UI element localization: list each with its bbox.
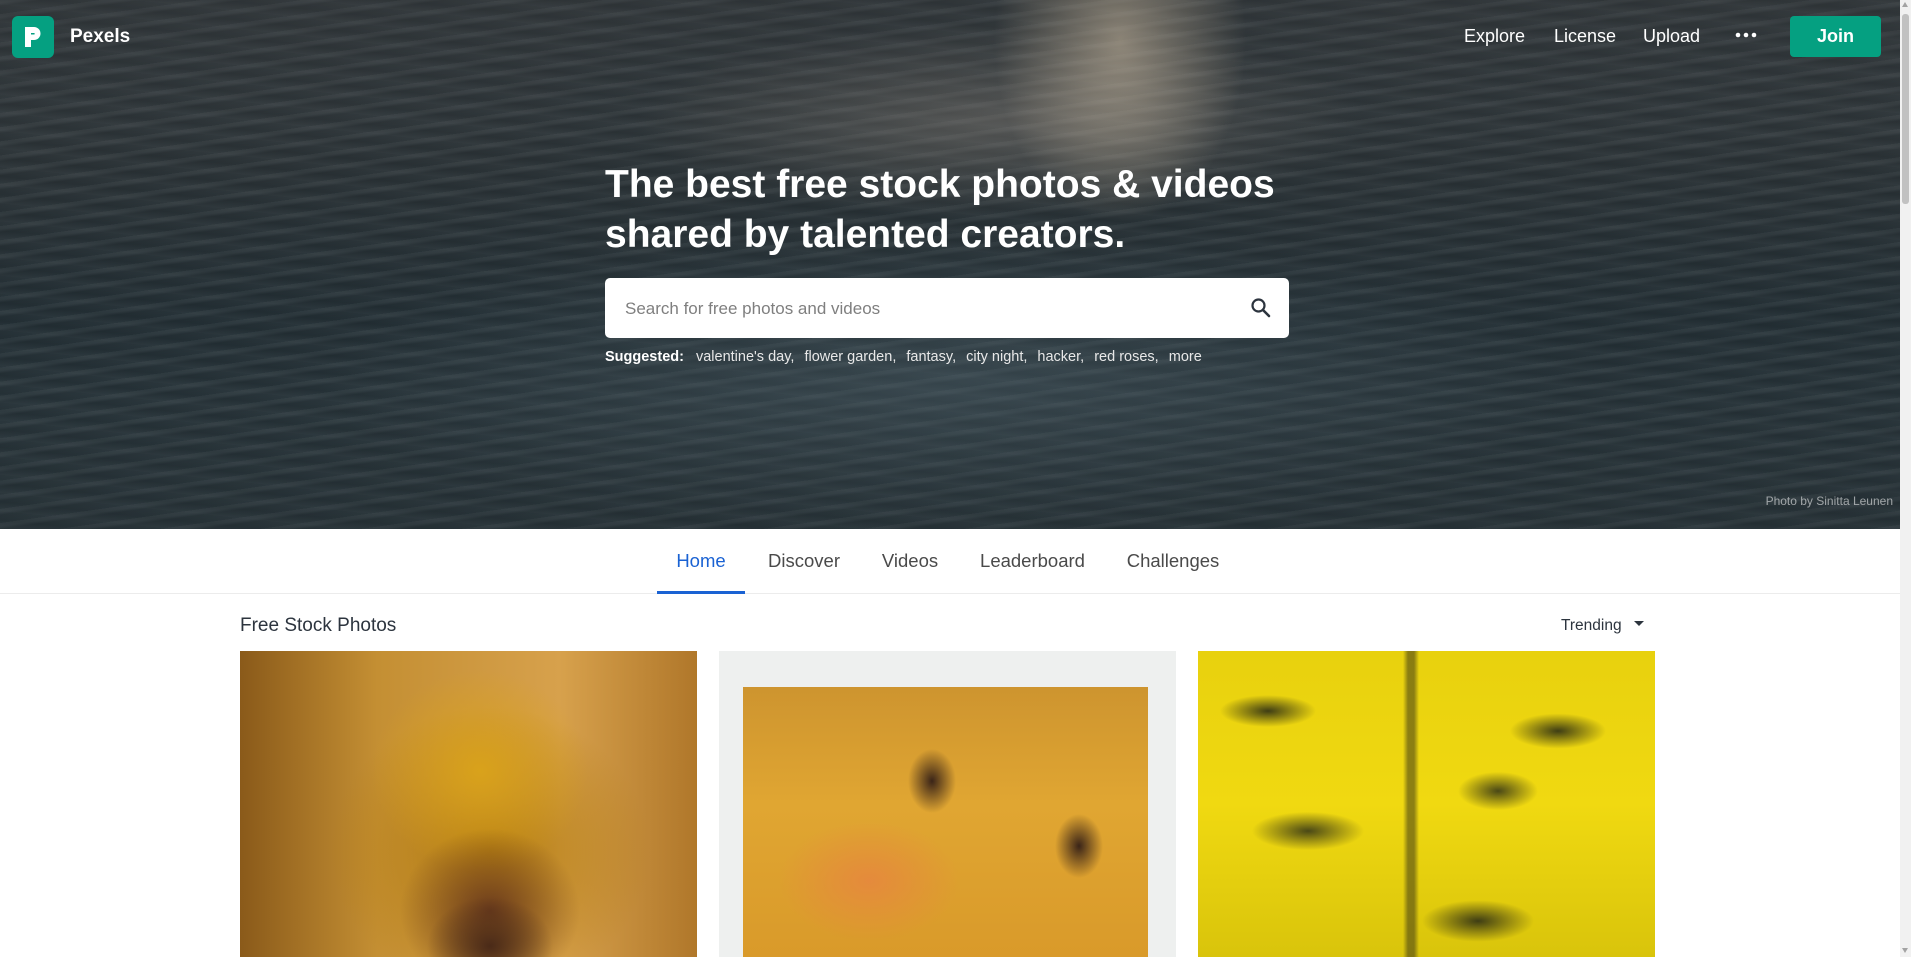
scroll-down-icon[interactable]: [1902, 948, 1908, 953]
photo-credit[interactable]: Photo by Sinitta Leunen: [1766, 494, 1893, 508]
suggested-tag[interactable]: flower garden: [804, 349, 892, 365]
hero-headline: The best free stock photos & videos shar…: [605, 163, 1275, 256]
suggested-tag[interactable]: fantasy: [906, 349, 952, 365]
brand-name[interactable]: Pexels: [70, 26, 130, 48]
polaroid-frame: [719, 651, 1176, 957]
tab-bar: Home Discover Videos Leaderboard Challen…: [0, 529, 1900, 594]
nav-upload-link[interactable]: Upload: [1643, 26, 1700, 47]
pexels-logo-icon[interactable]: [12, 16, 54, 58]
sort-dropdown[interactable]: Trending: [1561, 617, 1644, 635]
tag-separator: ,: [1154, 349, 1159, 365]
scroll-up-icon[interactable]: [1902, 2, 1908, 7]
suggested-tag[interactable]: city night: [966, 349, 1023, 365]
tag-separator: ,: [1080, 349, 1085, 365]
section-title: Free Stock Photos: [240, 615, 397, 636]
search-input[interactable]: [623, 290, 1217, 328]
sort-label: Trending: [1561, 617, 1622, 634]
tag-separator: ,: [790, 349, 795, 365]
tag-separator: ,: [952, 349, 957, 365]
suggested-label: Suggested:: [605, 349, 684, 365]
search-box: [605, 278, 1289, 338]
tab-leaderboard[interactable]: Leaderboard: [970, 529, 1095, 591]
page-scrollbar[interactable]: [1900, 0, 1911, 957]
chevron-down-icon: [1633, 621, 1644, 627]
nav-license-link[interactable]: License: [1554, 26, 1616, 47]
suggested-tag[interactable]: red roses: [1094, 349, 1154, 365]
suggested-tag[interactable]: valentine's day: [696, 349, 790, 365]
tab-challenges[interactable]: Challenges: [1113, 529, 1233, 591]
search-icon[interactable]: [1249, 296, 1273, 325]
suggested-searches: Suggested: valentine's day, flower garde…: [605, 349, 1202, 365]
tag-separator: ,: [1023, 349, 1028, 365]
top-navigation: Pexels Explore License Upload Join: [0, 0, 1900, 75]
photo-card[interactable]: [240, 651, 697, 957]
join-button[interactable]: Join: [1790, 16, 1881, 57]
tab-videos[interactable]: Videos: [870, 529, 950, 591]
tab-discover[interactable]: Discover: [758, 529, 850, 591]
ellipsis-icon[interactable]: [1734, 27, 1758, 47]
photo-card[interactable]: [719, 651, 1176, 957]
tab-home[interactable]: Home: [657, 529, 745, 594]
hero-banner: [0, 0, 1900, 529]
suggested-tag[interactable]: hacker: [1037, 349, 1080, 365]
scrollbar-thumb[interactable]: [1902, 14, 1909, 204]
photo-card[interactable]: [1198, 651, 1655, 957]
suggested-more-link[interactable]: more: [1169, 349, 1202, 365]
tag-separator: ,: [892, 349, 897, 365]
nav-explore-link[interactable]: Explore: [1464, 26, 1525, 47]
